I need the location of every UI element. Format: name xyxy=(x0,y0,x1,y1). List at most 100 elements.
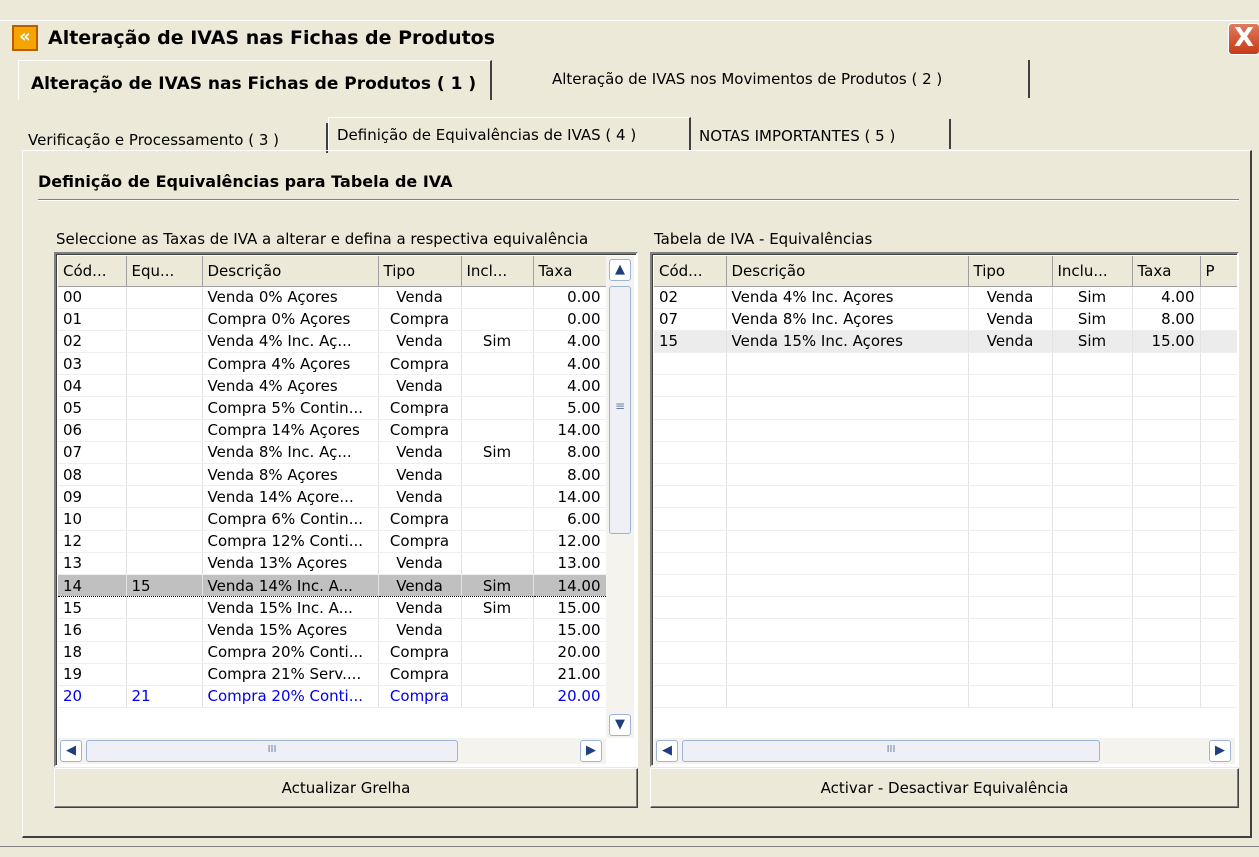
tab-notas-importantes[interactable]: NOTAS IMPORTANTES ( 5 ) xyxy=(691,119,951,149)
table-cell xyxy=(726,574,969,598)
column-header[interactable]: Taxa xyxy=(1132,256,1201,287)
table-cell xyxy=(1200,419,1237,442)
refresh-grid-button[interactable]: Actualizar Grelha xyxy=(54,768,638,808)
table-cell xyxy=(461,396,534,420)
column-header[interactable]: Equ... xyxy=(126,256,203,287)
table-cell: Venda xyxy=(378,286,462,309)
table-cell xyxy=(461,507,534,531)
table-cell xyxy=(1052,641,1133,664)
table-row[interactable]: 06 Compra 14% Açores Compra 14.00 xyxy=(58,419,607,442)
table-cell: Compra xyxy=(378,641,462,664)
scroll-right-icon[interactable]: ▶ xyxy=(580,740,602,762)
tab-movimentos-produtos[interactable]: Alteração de IVAS nos Movimentos de Prod… xyxy=(540,60,1030,98)
table-cell: Compra 0% Açores xyxy=(202,308,379,331)
table-row[interactable]: 02 Venda 4% Inc. Aç... Venda Sim 4.00 xyxy=(58,330,607,354)
table-row[interactable]: 01 Compra 0% Açores Compra 0.00 xyxy=(58,308,607,331)
table-row[interactable]: 18 Compra 20% Conti... Compra 20.00 xyxy=(58,641,607,664)
scroll-right-icon[interactable]: ▶ xyxy=(1209,740,1231,762)
tab-verificacao-processamento[interactable]: Verificação e Processamento ( 3 ) xyxy=(20,123,328,153)
table-row[interactable]: 09 Venda 14% Açore... Venda 14.00 xyxy=(58,485,607,509)
table-row[interactable]: 15 Venda 15% Inc. Açores Venda Sim 15.00 xyxy=(654,330,1237,354)
table-cell: Venda xyxy=(968,330,1053,354)
table-row[interactable]: 10 Compra 6% Contin... Compra 6.00 xyxy=(58,507,607,531)
column-header[interactable]: Inclu... xyxy=(1052,256,1133,287)
table-cell xyxy=(126,485,203,509)
left-horizontal-scrollbar[interactable]: ◀ III ▶ xyxy=(58,738,606,764)
left-vertical-scrollbar[interactable]: ▲ ≡ ▼ xyxy=(606,256,634,738)
table-row[interactable]: 13 Venda 13% Açores Venda 13.00 xyxy=(58,552,607,575)
table-cell: 02 xyxy=(58,330,127,354)
table-row[interactable]: 14 15 Venda 14% Inc. A... Venda Sim 14.00 xyxy=(58,573,607,598)
toggle-equivalence-button[interactable]: Activar - Desactivar Equivalência xyxy=(650,768,1239,808)
table-row[interactable]: 12 Compra 12% Conti... Compra 12.00 xyxy=(58,530,607,553)
table-cell: 20.00 xyxy=(533,685,607,709)
table-cell xyxy=(1052,463,1133,487)
table-row[interactable]: 05 Compra 5% Contin... Compra 5.00 xyxy=(58,396,607,420)
table-cell xyxy=(1052,685,1133,709)
column-header[interactable]: Tipo xyxy=(968,256,1053,287)
close-button[interactable]: X xyxy=(1228,23,1259,55)
empty-row xyxy=(654,530,1237,553)
table-cell xyxy=(126,286,203,309)
table-cell xyxy=(461,308,534,331)
table-cell xyxy=(461,641,534,664)
table-cell: 18 xyxy=(58,641,127,664)
column-header[interactable]: Tipo xyxy=(378,256,462,287)
table-row[interactable]: 00 Venda 0% Açores Venda 0.00 xyxy=(58,286,607,309)
table-cell: Venda xyxy=(378,374,462,398)
table-cell xyxy=(1200,352,1237,376)
table-cell xyxy=(1200,485,1237,509)
table-cell xyxy=(968,641,1053,664)
scroll-up-icon[interactable]: ▲ xyxy=(609,259,631,281)
h-scroll-thumb[interactable]: III xyxy=(682,740,1100,762)
table-cell xyxy=(968,574,1053,598)
table-cell xyxy=(968,419,1053,442)
scroll-left-icon[interactable]: ◀ xyxy=(60,740,82,762)
table-cell: Compra xyxy=(378,507,462,531)
column-header[interactable]: Taxa xyxy=(533,256,607,287)
vat-equivalences-grid[interactable]: Cód... Descrição Tipo Inclu... Taxa P 02 Venda… xyxy=(650,252,1239,767)
table-cell: Venda 15% Inc. A... xyxy=(202,596,379,620)
column-header[interactable]: Descrição xyxy=(726,256,969,287)
scroll-thumb[interactable]: ≡ xyxy=(609,286,631,534)
tab-definicao-equivalencias[interactable]: Definição de Equivalências de IVAS ( 4 ) xyxy=(328,117,691,151)
table-row[interactable]: 16 Venda 15% Açores Venda 15.00 xyxy=(58,618,607,642)
empty-row xyxy=(654,685,1237,709)
table-row[interactable]: 07 Venda 8% Inc. Açores Venda Sim 8.00 xyxy=(654,308,1237,331)
table-row[interactable]: 07 Venda 8% Inc. Aç... Venda Sim 8.00 xyxy=(58,441,607,465)
table-cell xyxy=(461,419,534,442)
table-cell xyxy=(654,419,727,442)
table-cell xyxy=(1200,463,1237,487)
table-row[interactable]: 15 Venda 15% Inc. A... Venda Sim 15.00 xyxy=(58,596,607,620)
right-horizontal-scrollbar[interactable]: ◀ III ▶ xyxy=(654,738,1235,764)
table-cell: 15.00 xyxy=(533,618,607,642)
scroll-left-icon[interactable]: ◀ xyxy=(656,740,678,762)
table-cell xyxy=(461,685,534,709)
column-header[interactable]: Cód... xyxy=(58,256,127,287)
vat-rates-grid[interactable]: Cód... Equ... Descrição Tipo Incl... Taxa 00 V… xyxy=(54,252,638,767)
tab-fichas-produtos[interactable]: Alteração de IVAS nas Fichas de Produtos… xyxy=(18,60,492,100)
h-scroll-thumb[interactable]: III xyxy=(86,740,458,762)
column-header[interactable]: P xyxy=(1200,256,1237,287)
table-row[interactable]: 19 Compra 21% Serv.... Compra 21.00 xyxy=(58,663,607,686)
table-row[interactable]: 03 Compra 4% Açores Compra 4.00 xyxy=(58,352,607,376)
table-row[interactable]: 04 Venda 4% Açores Venda 4.00 xyxy=(58,374,607,398)
table-cell: Sim xyxy=(461,330,534,354)
column-header[interactable]: Descrição xyxy=(202,256,379,287)
table-cell: 4.00 xyxy=(533,352,607,376)
table-cell xyxy=(461,618,534,642)
table-cell xyxy=(1132,552,1201,575)
table-cell xyxy=(726,463,969,487)
column-header[interactable]: Cód... xyxy=(654,256,727,287)
table-cell xyxy=(726,596,969,620)
table-row[interactable]: 08 Venda 8% Açores Venda 8.00 xyxy=(58,463,607,487)
table-cell: 00 xyxy=(58,286,127,309)
column-header[interactable]: Incl... xyxy=(461,256,534,287)
table-cell xyxy=(461,286,534,309)
table-cell: 20.00 xyxy=(533,641,607,664)
table-cell: 04 xyxy=(58,374,127,398)
table-cell: 07 xyxy=(58,441,127,465)
table-row[interactable]: 02 Venda 4% Inc. Açores Venda Sim 4.00 xyxy=(654,286,1237,309)
table-row[interactable]: 20 21 Compra 20% Conti... Compra 20.00 xyxy=(58,685,607,709)
scroll-down-icon[interactable]: ▼ xyxy=(609,714,631,736)
